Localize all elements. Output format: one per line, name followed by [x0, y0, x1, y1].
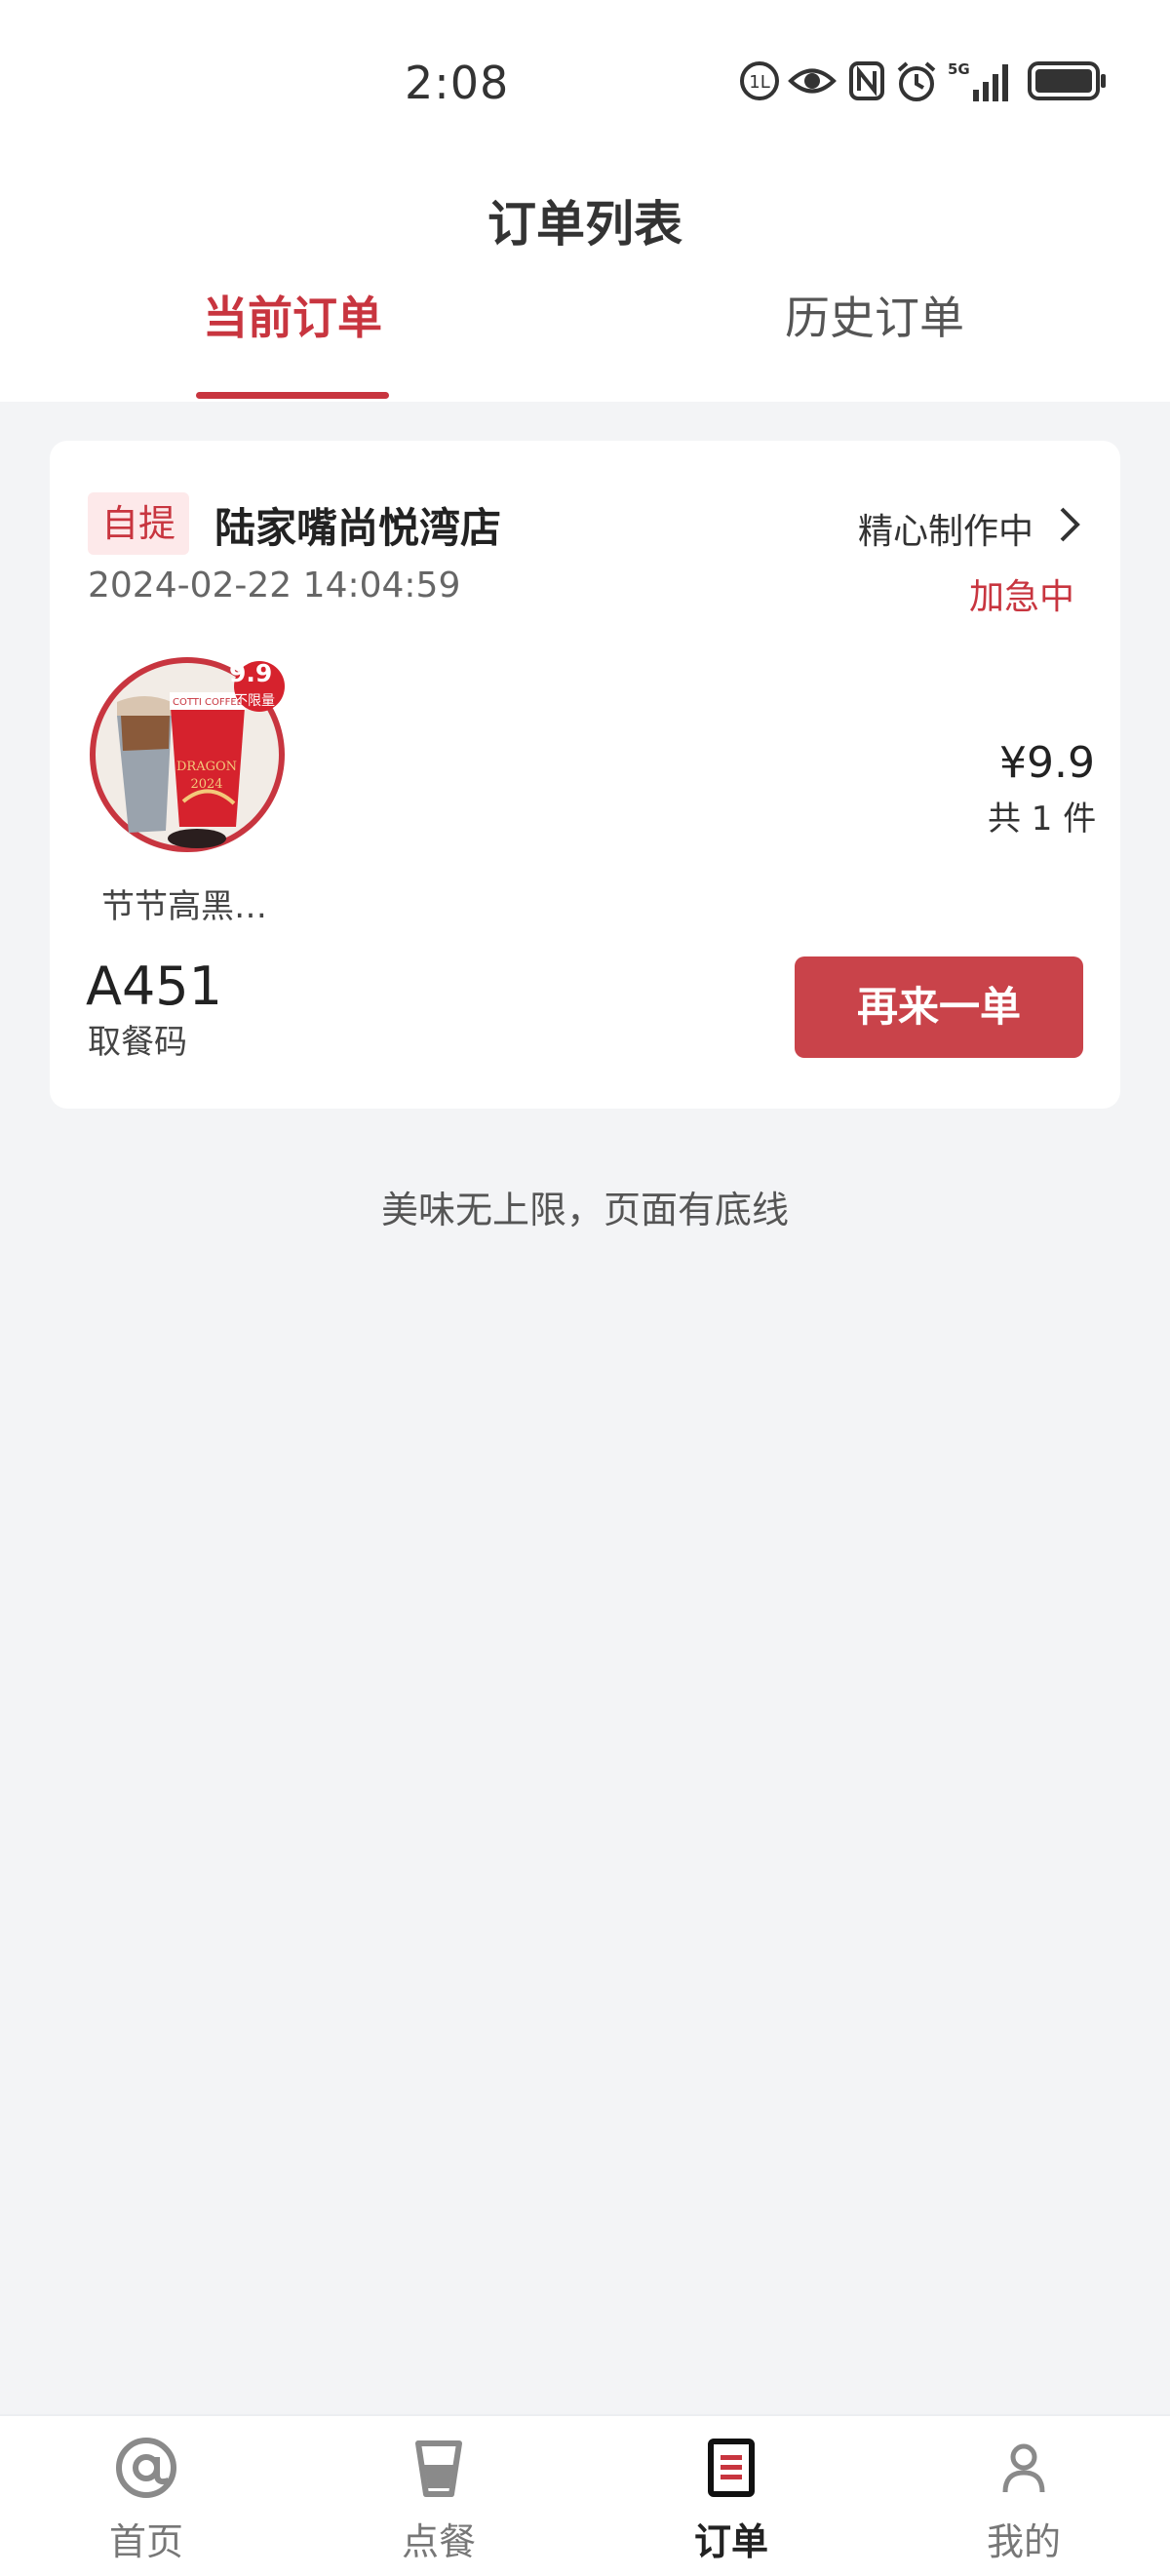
- at-icon: [116, 2438, 176, 2498]
- promo-badge-price: 9.9: [229, 659, 273, 687]
- status-time: 2:08: [405, 57, 510, 109]
- cup-icon: [415, 2440, 462, 2497]
- data-saver-icon: 1L: [740, 61, 779, 100]
- nav-label-profile: 我的: [986, 2520, 1061, 2563]
- tab-history-orders[interactable]: 历史订单: [728, 283, 1021, 347]
- item-count: 共 1 件: [988, 800, 1097, 839]
- tab-current-orders[interactable]: 当前订单: [146, 283, 439, 347]
- user-icon: [1002, 2443, 1045, 2493]
- order-time: 2024-02-22 14:04:59: [88, 566, 461, 605]
- chevron-right-icon[interactable]: [1058, 505, 1081, 544]
- nav-item-home[interactable]: 首页: [0, 2416, 292, 2576]
- store-name: 陆家嘴尚悦湾店: [214, 504, 502, 552]
- product-name: 节节高黑…: [101, 887, 267, 926]
- active-tab-indicator: [196, 392, 389, 399]
- page-title: 订单列表: [488, 196, 682, 253]
- svg-text:5G: 5G: [948, 60, 970, 78]
- urgent-status: 加急中: [969, 577, 1075, 617]
- promo-badge-text: 不限量: [234, 693, 275, 709]
- nav-label-home: 首页: [108, 2520, 183, 2563]
- reorder-button[interactable]: 再来一单: [795, 956, 1083, 1058]
- svg-text:COTTI COFFEE: COTTI COFFEE: [173, 697, 243, 708]
- bottom-nav: 首页 点餐 订单 我的: [0, 2414, 1170, 2576]
- pickup-type-badge: 自提: [88, 492, 189, 555]
- pickup-code-label: 取餐码: [88, 1023, 187, 1062]
- svg-text:DRAGON: DRAGON: [176, 760, 237, 774]
- nav-item-profile[interactable]: 我的: [878, 2416, 1170, 2576]
- order-icon: [708, 2439, 755, 2497]
- nav-label-orders: 订单: [693, 2520, 768, 2563]
- order-price: ¥9.9: [999, 738, 1095, 788]
- pickup-code: A451: [86, 956, 223, 1017]
- nav-item-orders[interactable]: 订单: [585, 2416, 878, 2576]
- nav-label-order-food: 点餐: [401, 2520, 476, 2563]
- svg-text:1L: 1L: [749, 72, 769, 93]
- alarm-icon: [897, 61, 936, 101]
- signal-5g-icon: 5G: [948, 60, 1008, 101]
- nav-item-order-food[interactable]: 点餐: [292, 2416, 585, 2576]
- footer-note: 美味无上限，页面有底线: [380, 1189, 789, 1231]
- order-status-link[interactable]: 精心制作中: [858, 503, 1034, 554]
- battery-icon: [1028, 61, 1106, 100]
- nfc-icon: [849, 61, 884, 100]
- eye-icon: [788, 68, 837, 94]
